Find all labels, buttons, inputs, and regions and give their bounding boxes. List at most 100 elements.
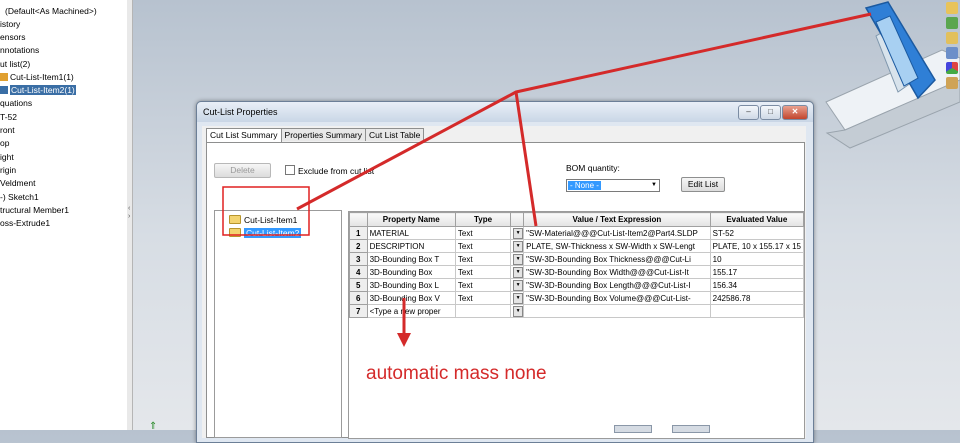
type-dropdown-cell[interactable]: ▼ [510, 265, 525, 279]
tab-cut-list-table[interactable]: Cut List Table [365, 128, 425, 141]
type-dropdown-cell[interactable]: ▼ [510, 239, 525, 253]
evaluated-cell[interactable]: 156.34 [709, 278, 805, 292]
close-button[interactable]: ✕ [782, 105, 808, 120]
appearance-icon[interactable] [946, 62, 958, 74]
tree-item[interactable]: (Default<As Machined>) [5, 5, 97, 17]
view-palette-icon[interactable] [946, 47, 958, 59]
tree-item[interactable]: ight [0, 151, 14, 163]
type-dropdown-cell[interactable]: ▼ [510, 304, 525, 318]
bom-quantity-select[interactable]: - None - ▼ [566, 179, 660, 192]
value-cell[interactable]: "SW-Material@@@Cut-List-Item2@Part4.SLDP [523, 226, 711, 240]
cutlist-item-icon [0, 86, 8, 94]
tab-cut-list-summary[interactable]: Cut List Summary [206, 128, 282, 142]
table-row[interactable]: 6 3D-Bounding Box V Text ▼ "SW-3D-Bounding B… [349, 291, 805, 305]
exclude-from-cut-list[interactable]: Exclude from cut list [285, 165, 374, 176]
tree-item[interactable]: rigin [0, 164, 16, 176]
tree-item[interactable]: ensors [0, 31, 26, 43]
chevron-down-icon[interactable]: ▼ [513, 292, 523, 304]
ok-button[interactable] [614, 425, 652, 433]
table-row[interactable]: 2 DESCRIPTION Text ▼ PLATE, SW-Thickness x S… [349, 239, 805, 253]
tree-item[interactable]: ut list(2) [0, 58, 30, 70]
evaluated-cell[interactable] [709, 304, 805, 318]
tree-item[interactable]: T-52 [0, 111, 17, 123]
tree-item[interactable]: tructural Member1 [0, 204, 69, 216]
cancel-button[interactable] [672, 425, 710, 433]
home-icon[interactable] [946, 2, 958, 14]
tree-item[interactable]: op [0, 137, 9, 149]
table-row[interactable]: 1 MATERIAL Text ▼ "SW-Material@@@Cut-List-It… [349, 226, 805, 240]
task-pane-toolbar [944, 0, 960, 108]
property-name-cell[interactable]: 3D-Bounding Box [366, 265, 456, 279]
exclude-checkbox[interactable] [285, 165, 295, 175]
table-row[interactable]: 7 <Type a new proper ▼ [349, 304, 805, 318]
property-name-cell[interactable]: 3D-Bounding Box V [366, 291, 456, 305]
value-cell[interactable]: "SW-3D-Bounding Box Thickness@@@Cut-Li [523, 252, 711, 266]
table-row[interactable]: 5 3D-Bounding Box L Text ▼ "SW-3D-Bounding B… [349, 278, 805, 292]
type-cell[interactable]: Text [454, 226, 512, 240]
splitter-grip-icon[interactable]: ‹ › [128, 205, 130, 221]
tree-item-label: (Default<As Machined>) [5, 6, 97, 16]
minimize-button[interactable]: – [738, 105, 759, 120]
value-cell[interactable]: "SW-3D-Bounding Box Width@@@Cut-List-It [523, 265, 711, 279]
type-dropdown-cell[interactable]: ▼ [510, 291, 525, 305]
tab-properties-summary[interactable]: Properties Summary [280, 128, 367, 141]
tree-item[interactable]: Cut-List-Item2(1) [0, 84, 76, 96]
type-cell[interactable] [454, 304, 512, 318]
tree-item[interactable]: oss-Extrude1 [0, 217, 50, 229]
type-cell[interactable]: Text [454, 278, 512, 292]
tree-item[interactable]: -) Sketch1 [0, 191, 39, 203]
tree-item-label: quations [0, 98, 33, 108]
row-number: 3 [349, 252, 368, 266]
property-name-cell[interactable]: DESCRIPTION [366, 239, 456, 253]
delete-button[interactable]: Delete [214, 163, 271, 178]
chevron-down-icon[interactable]: ▼ [513, 266, 523, 278]
value-cell[interactable]: "SW-3D-Bounding Box Length@@@Cut-List-I [523, 278, 711, 292]
maximize-button[interactable]: □ [760, 105, 781, 120]
folder-icon [229, 215, 241, 224]
tree-item[interactable]: Cut-List-Item1(1) [0, 71, 74, 83]
property-name-cell[interactable]: 3D-Bounding Box L [366, 278, 456, 292]
type-cell[interactable]: Text [454, 239, 512, 253]
property-name-cell[interactable]: 3D-Bounding Box T [366, 252, 456, 266]
type-dropdown-cell[interactable]: ▼ [510, 226, 525, 240]
table-row[interactable]: 3 3D-Bounding Box T Text ▼ "SW-3D-Bounding B… [349, 252, 805, 266]
value-cell[interactable]: PLATE, SW-Thickness x SW-Width x SW-Leng… [523, 239, 711, 253]
chevron-down-icon[interactable]: ▼ [513, 305, 523, 317]
annotation-text: automatic mass none [366, 363, 547, 384]
evaluated-cell[interactable]: PLATE, 10 x 155.17 x 15 [709, 239, 805, 253]
type-cell[interactable]: Text [454, 252, 512, 266]
type-cell[interactable]: Text [454, 265, 512, 279]
type-dropdown-cell[interactable]: ▼ [510, 252, 525, 266]
value-cell[interactable]: "SW-3D-Bounding Box Volume@@@Cut-List- [523, 291, 711, 305]
tree-item[interactable]: nnotations [0, 44, 39, 56]
beam-end-face [875, 21, 919, 93]
evaluated-cell[interactable]: 155.17 [709, 265, 805, 279]
bom-quantity-label: BOM quantity: [566, 163, 620, 173]
folder-icon[interactable] [946, 32, 958, 44]
list-item-cut-list-item2[interactable]: Cut-List-Item2 [229, 228, 302, 239]
chevron-down-icon[interactable]: ▼ [513, 227, 523, 239]
value-cell[interactable] [523, 304, 711, 318]
tree-item[interactable]: ront [0, 124, 15, 136]
chevron-down-icon[interactable]: ▼ [513, 253, 523, 265]
evaluated-cell[interactable]: 10 [709, 252, 805, 266]
list-item-cut-list-item1[interactable]: Cut-List-Item1 [229, 215, 297, 226]
property-name-cell[interactable]: <Type a new proper [366, 304, 456, 318]
evaluated-cell[interactable]: 242586.78 [709, 291, 805, 305]
evaluated-cell[interactable]: ST-52 [709, 226, 805, 240]
custom-properties-icon[interactable] [946, 77, 958, 89]
tree-item[interactable]: quations [0, 97, 32, 109]
chevron-down-icon[interactable]: ▼ [649, 180, 659, 191]
type-cell[interactable]: Text [454, 291, 512, 305]
tree-item[interactable]: istory [0, 18, 20, 30]
end-plate [864, 1, 936, 100]
type-dropdown-cell[interactable]: ▼ [510, 278, 525, 292]
property-name-cell[interactable]: MATERIAL [366, 226, 456, 240]
panel-splitter[interactable]: ‹ › [127, 0, 133, 430]
tree-item[interactable]: Veldment [0, 177, 35, 189]
chevron-down-icon[interactable]: ▼ [513, 240, 523, 252]
edit-list-button[interactable]: Edit List [681, 177, 725, 192]
chevron-down-icon[interactable]: ▼ [513, 279, 523, 291]
library-icon[interactable] [946, 17, 958, 29]
table-row[interactable]: 4 3D-Bounding Box Text ▼ "SW-3D-Bounding Box… [349, 265, 805, 279]
